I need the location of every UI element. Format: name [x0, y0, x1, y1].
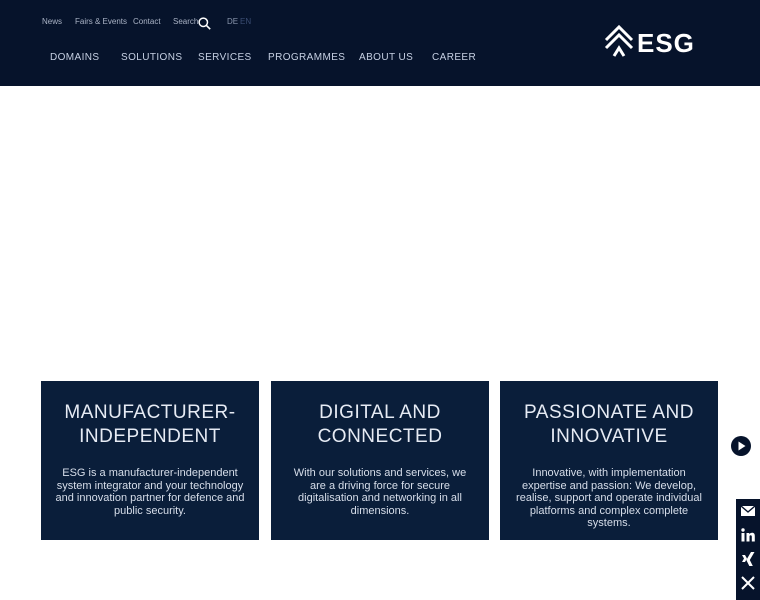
x-icon[interactable]	[740, 575, 756, 591]
nav-domains[interactable]: DOMAINS	[50, 52, 99, 63]
search-icon[interactable]	[198, 17, 211, 30]
card-title: PASSIONATE AND INNOVATIVE	[524, 402, 694, 447]
nav-about-us[interactable]: ABOUT US	[359, 52, 413, 63]
mail-icon[interactable]	[740, 503, 756, 519]
fairs-events-link[interactable]: Fairs & Events	[75, 17, 127, 26]
card-passionate-innovative: PASSIONATE AND INNOVATIVE Innovative, wi…	[500, 381, 718, 540]
xing-icon[interactable]	[740, 551, 756, 567]
nav-solutions[interactable]: SOLUTIONS	[121, 52, 182, 63]
card-title: MANUFACTURER- INDEPENDENT	[64, 402, 236, 447]
card-text: ESG is a manufacturer-independent system…	[55, 467, 245, 517]
lang-en[interactable]: EN	[240, 17, 251, 26]
nav-career[interactable]: CAREER	[432, 52, 476, 63]
esg-logo[interactable]: ESG	[603, 24, 711, 60]
card-manufacturer-independent: MANUFACTURER- INDEPENDENT ESG is a manuf…	[41, 381, 259, 540]
card-digital-connected: DIGITAL AND CONNECTED With our solutions…	[271, 381, 489, 540]
site-header: News Fairs & Events Contact Search DE EN…	[0, 0, 760, 86]
play-button[interactable]	[731, 436, 751, 456]
card-title: DIGITAL AND CONNECTED	[317, 402, 443, 447]
linkedin-icon[interactable]	[740, 527, 756, 543]
search-link[interactable]: Search	[173, 17, 198, 26]
lang-de[interactable]: DE	[227, 17, 238, 26]
card-text: Innovative, with implementation expertis…	[516, 467, 702, 529]
nav-services[interactable]: SERVICES	[198, 52, 252, 63]
news-link[interactable]: News	[42, 17, 62, 26]
contact-link[interactable]: Contact	[133, 17, 161, 26]
nav-programmes[interactable]: PROGRAMMES	[268, 52, 345, 63]
play-icon	[738, 441, 746, 451]
card-text: With our solutions and services, we are …	[293, 467, 467, 517]
social-bar	[736, 499, 760, 600]
logo-text: ESG	[637, 28, 695, 58]
